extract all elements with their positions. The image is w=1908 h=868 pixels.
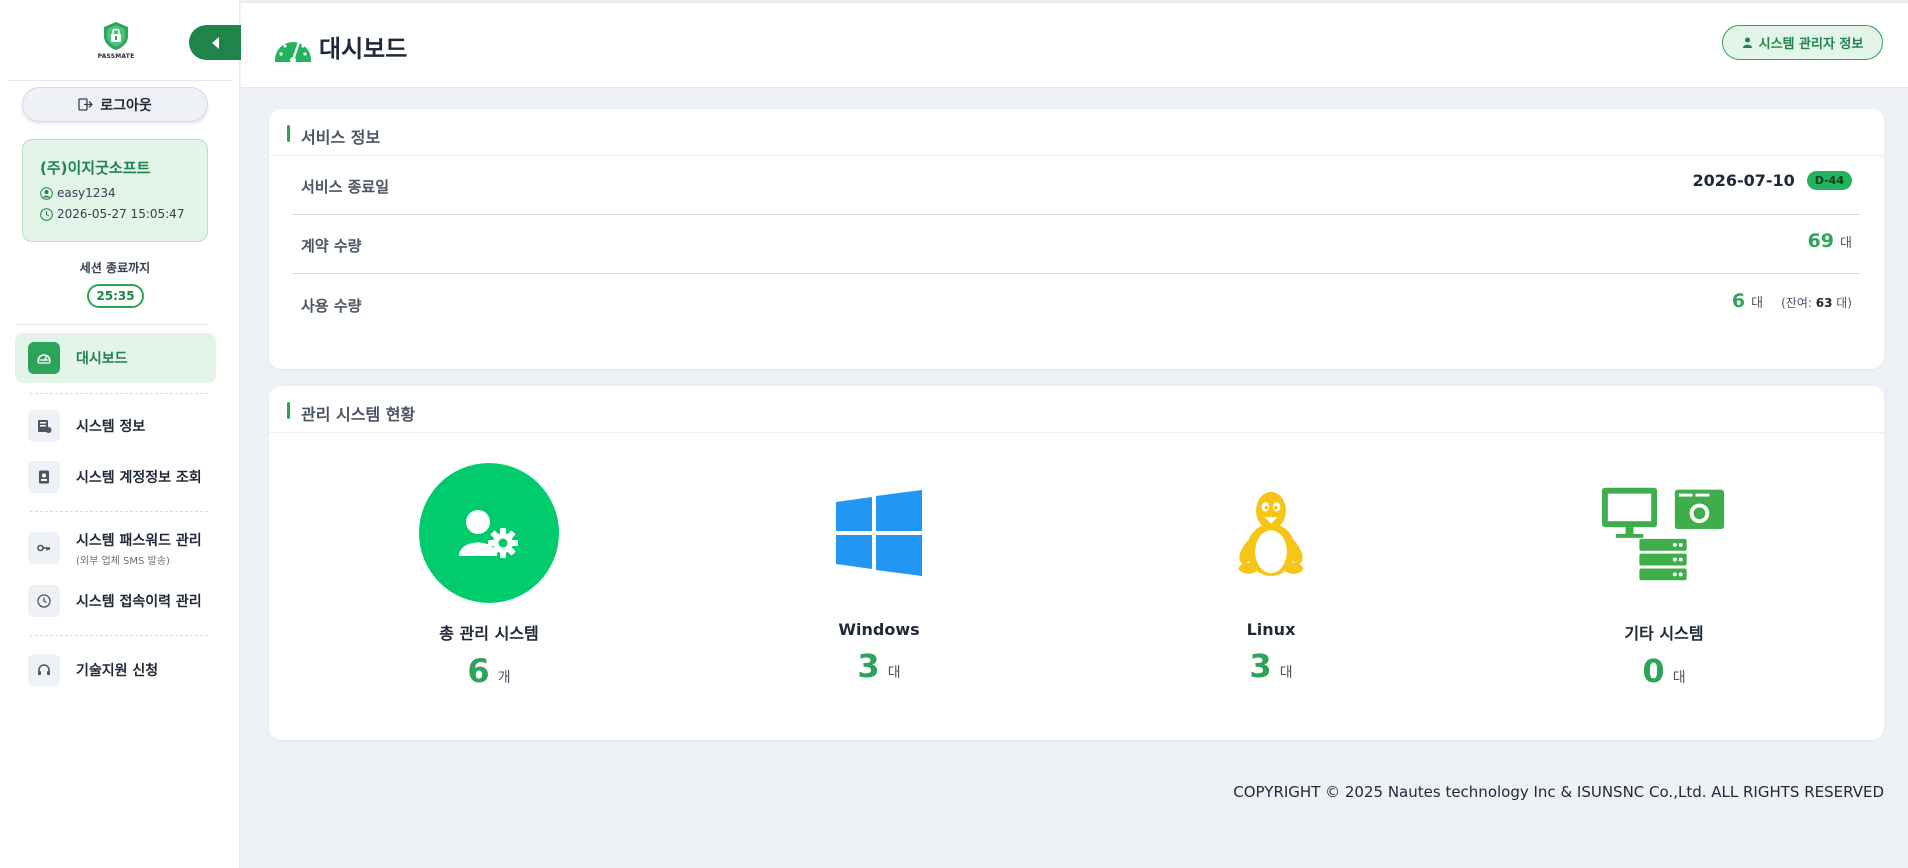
system-label: Linux xyxy=(1246,620,1296,639)
clock-icon xyxy=(40,207,53,221)
system-other-item: 기타 시스템 0 대 xyxy=(1554,463,1774,690)
sidebar-item-access-history[interactable]: 시스템 접속이력 관리 xyxy=(15,576,216,626)
system-windows-item: Windows 3 대 xyxy=(769,463,989,685)
info-label: 서비스 종료일 xyxy=(301,178,390,196)
session-timer: 25:35 xyxy=(87,284,144,308)
divider xyxy=(30,393,208,394)
user-id-row: easy1234 xyxy=(40,186,207,200)
service-end-date: 2026-07-10 xyxy=(1692,171,1795,190)
id-card-icon xyxy=(28,461,60,493)
system-label: 총 관리 시스템 xyxy=(439,624,539,643)
user-gear-icon xyxy=(419,463,559,603)
dashboard-icon xyxy=(28,342,60,374)
sidebar-collapse-button[interactable] xyxy=(189,25,243,60)
user-circle-icon xyxy=(40,186,53,200)
sidebar: PASSMATE 로그아웃 (주)이지굿소프트 easy1234 2026-05 xyxy=(0,0,243,868)
card-title: 서비스 정보 xyxy=(301,128,381,147)
user-icon xyxy=(1742,37,1752,48)
system-count: 6 개 xyxy=(467,652,511,690)
page-title: 대시보드 xyxy=(319,35,408,63)
contract-count-row: 계약 수량 69 대 xyxy=(292,215,1860,274)
card-title: 관리 시스템 현황 xyxy=(301,405,416,424)
sidebar-item-password-management[interactable]: 시스템 패스워드 관리 (외부 업체 SMS 발송) xyxy=(15,523,216,573)
usage-count-row: 사용 수량 6 대 (잔여: 63 대) xyxy=(292,275,1860,334)
sidebar-item-dashboard[interactable]: 대시보드 xyxy=(15,333,216,383)
login-time-row: 2026-05-27 15:05:47 xyxy=(40,207,207,221)
admin-info-button[interactable]: 시스템 관리자 정보 xyxy=(1722,25,1883,60)
info-value: 2026-07-10 D-44 xyxy=(1692,171,1852,192)
logout-label: 로그아웃 xyxy=(100,97,152,114)
login-time: 2026-05-27 15:05:47 xyxy=(57,207,185,221)
sidebar-item-sublabel: (외부 업체 SMS 발송) xyxy=(76,555,170,567)
headset-icon xyxy=(28,654,60,686)
page-header: 대시보드 시스템 관리자 정보 xyxy=(241,2,1908,88)
company-name: (주)이지굿소프트 xyxy=(40,159,151,177)
caret-left-icon xyxy=(212,36,219,49)
card-header: 관리 시스템 현황 xyxy=(269,386,1884,433)
contract-count: 69 xyxy=(1807,230,1835,252)
key-icon xyxy=(28,532,60,564)
system-linux-item: Linux 3 대 xyxy=(1161,463,1381,685)
admin-info-label: 시스템 관리자 정보 xyxy=(1758,37,1864,52)
sidebar-item-account-lookup[interactable]: 시스템 계정정보 조회 xyxy=(15,452,216,502)
system-label: Windows xyxy=(838,620,920,639)
server-icon xyxy=(28,410,60,442)
user-info-card: (주)이지굿소프트 easy1234 2026-05-27 15:05:47 xyxy=(22,139,208,242)
info-value: 6 대 (잔여: 63 대) xyxy=(1732,290,1852,312)
accent-bar xyxy=(287,125,290,142)
linux-icon xyxy=(1201,463,1341,603)
system-label: 기타 시스템 xyxy=(1624,624,1704,643)
system-count: 0 대 xyxy=(1642,652,1686,690)
sidebar-item-label: 기술지원 신청 xyxy=(76,663,159,679)
system-count: 3 대 xyxy=(857,647,901,685)
unit-label: 대 xyxy=(1751,296,1764,311)
speedometer-icon xyxy=(275,41,311,63)
accent-bar xyxy=(287,402,290,419)
logo-text: PASSMATE xyxy=(97,53,135,60)
shield-logo-icon xyxy=(104,22,128,50)
passmate-logo[interactable]: PASSMATE xyxy=(95,20,137,62)
other-systems-icon xyxy=(1594,463,1734,603)
system-status-card: 관리 시스템 현황 총 관리 시스템 6 개 Windows 3 대 Linux… xyxy=(269,386,1884,740)
remaining-count: (잔여: 63 대) xyxy=(1781,296,1852,310)
unit-label: 대 xyxy=(1840,236,1852,251)
divider xyxy=(16,324,208,325)
info-value: 69 대 xyxy=(1808,230,1852,252)
clock-icon xyxy=(28,585,60,617)
sidebar-item-label: 시스템 계정정보 조회 xyxy=(76,470,202,486)
card-header: 서비스 정보 xyxy=(269,109,1884,156)
dday-badge: D-44 xyxy=(1806,171,1852,190)
usage-count: 6 xyxy=(1731,290,1746,312)
sidebar-item-system-info[interactable]: 시스템 정보 xyxy=(15,401,216,451)
sidebar-item-label: 시스템 접속이력 관리 xyxy=(76,594,202,610)
service-info-card: 서비스 정보 서비스 종료일 2026-07-10 D-44 계약 수량 69 … xyxy=(269,109,1884,369)
info-label: 사용 수량 xyxy=(301,297,362,315)
logout-button[interactable]: 로그아웃 xyxy=(22,87,208,122)
sidebar-item-label: 시스템 정보 xyxy=(76,419,146,435)
sidebar-item-label: 시스템 패스워드 관리 xyxy=(76,532,202,549)
windows-icon xyxy=(809,463,949,603)
service-end-row: 서비스 종료일 2026-07-10 D-44 xyxy=(292,156,1860,215)
system-count: 3 대 xyxy=(1249,647,1293,685)
system-total-item: 총 관리 시스템 6 개 xyxy=(379,463,599,690)
sidebar-item-tech-support[interactable]: 기술지원 신청 xyxy=(15,645,216,695)
info-label: 계약 수량 xyxy=(301,237,362,255)
footer-copyright: COPYRIGHT © 2025 Nautes technology Inc &… xyxy=(1233,783,1884,801)
sidebar-item-label: 대시보드 xyxy=(76,351,128,367)
user-id: easy1234 xyxy=(57,186,116,200)
divider xyxy=(30,635,208,636)
session-label: 세션 종료까지 xyxy=(79,261,151,275)
logout-icon xyxy=(78,98,94,111)
divider xyxy=(30,511,208,512)
divider xyxy=(8,80,232,81)
